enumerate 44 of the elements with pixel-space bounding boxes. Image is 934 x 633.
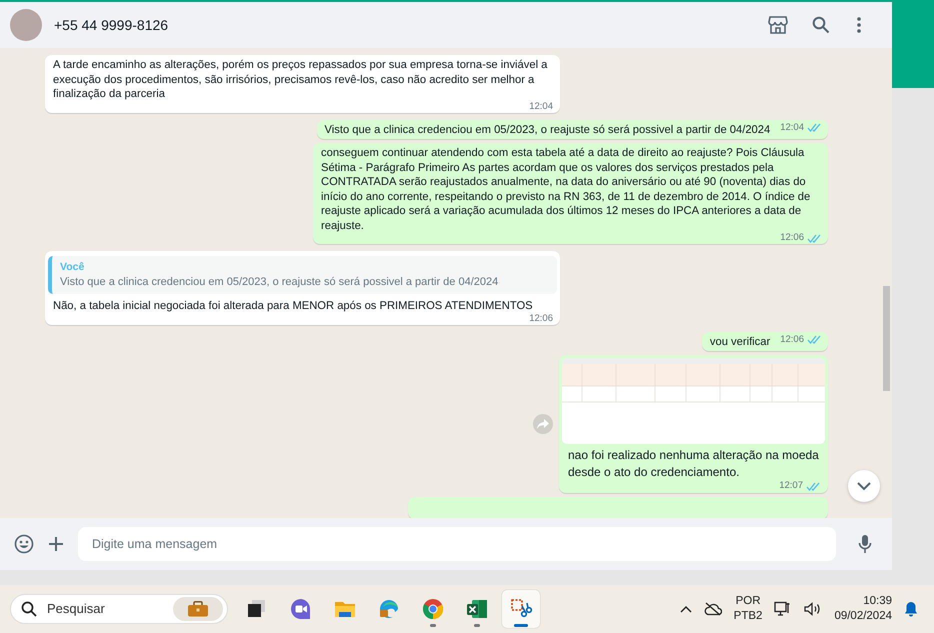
forward-arrow-icon bbox=[537, 419, 549, 429]
message-text: nao foi realizado nenhuma alteração na moeda desde o ato do credenciamento. bbox=[568, 447, 820, 481]
chevron-up-icon[interactable] bbox=[680, 605, 692, 613]
message-time: 12:06 bbox=[529, 312, 553, 324]
clock-time[interactable]: 10:39 bbox=[863, 594, 892, 609]
volume-icon[interactable] bbox=[804, 602, 822, 616]
message-text: Não, a tabela inicial negociada foi alterada para MENOR após os PRIMEIROS ATENDIMENTOS bbox=[53, 299, 533, 314]
taskbar-search-field[interactable]: Pesquisar bbox=[10, 594, 228, 624]
scrollbar-thumb[interactable] bbox=[883, 286, 890, 391]
circle-browser-icon bbox=[421, 597, 445, 621]
search-input[interactable]: Pesquisar bbox=[45, 598, 165, 620]
message-time: 12:07 bbox=[779, 480, 803, 492]
message-text: vou verificar bbox=[710, 334, 770, 349]
scroll-down-button[interactable] bbox=[848, 470, 880, 502]
contact-name: +55 44 9999-8126 bbox=[54, 16, 170, 34]
message-time: 12:06 bbox=[780, 232, 804, 244]
chevron-down-icon bbox=[857, 482, 871, 490]
briefcase-icon[interactable] bbox=[187, 601, 209, 617]
message-text: conseguem continuar atendendo com esta tabela até a data de direito ao reajuste? Pois Cláusula Sétima - Parágrafo Primeiro As partes acordam que os valores dos serviços prestados pela CONTRATADA serão reajustados anualmente, na data do aniversário ou até 90 (noventa) dias do início do ano corrente, respeitando o previsto na RN 363, de 11 de dezembro de 2014. O índice de reajuste aplicado será a variação acumulada dos últimos 12 meses do IPCA anteriores a data de reajuste. bbox=[321, 146, 812, 233]
plus-icon[interactable] bbox=[48, 536, 64, 552]
spreadsheet-icon bbox=[465, 597, 489, 621]
store-icon[interactable] bbox=[768, 16, 788, 34]
message-input[interactable]: Digite uma mensagem bbox=[78, 527, 836, 561]
search-icon[interactable] bbox=[812, 16, 830, 34]
message-text: A tarde encaminho as alterações, porém os preços repassados por sua empresa torna-se inviável a execução dos procedimentos, são irrisórios, precisamos revê-los, caso não acredito ser melhor a finalização da parceria bbox=[53, 58, 548, 102]
video-chat-icon bbox=[289, 597, 313, 621]
quote-author: Você bbox=[60, 260, 86, 275]
quoted-message[interactable]: Você Visto que a clinica credenciou em 05/2023, o reajuste só será possivel a partir de 04/2024 bbox=[48, 256, 557, 294]
microphone-icon[interactable] bbox=[858, 534, 872, 554]
cloud-off-icon[interactable] bbox=[704, 602, 722, 616]
clock-date[interactable]: 09/02/2024 bbox=[834, 609, 892, 624]
bell-icon[interactable] bbox=[904, 601, 918, 617]
message-time: 12:06 bbox=[780, 334, 804, 346]
menu-icon[interactable] bbox=[856, 17, 862, 33]
message-text: Visto que a clinica credenciou em 05/2023, o reajuste só será possivel a partir de 04/2024 bbox=[324, 122, 770, 137]
keyboard-layout-indicator[interactable]: PTB2 bbox=[734, 609, 762, 624]
network-icon[interactable] bbox=[774, 601, 792, 617]
language-indicator[interactable]: POR bbox=[736, 594, 761, 609]
emoji-icon[interactable] bbox=[14, 534, 34, 554]
quote-text: Visto que a clinica credenciou em 05/2023, o reajuste só será possivel a partir de 04/2024 bbox=[60, 275, 500, 290]
message-time: 12:04 bbox=[529, 100, 553, 112]
search-icon bbox=[21, 601, 37, 617]
message-time: 12:04 bbox=[780, 122, 804, 134]
browser-swirl-icon bbox=[377, 597, 401, 621]
